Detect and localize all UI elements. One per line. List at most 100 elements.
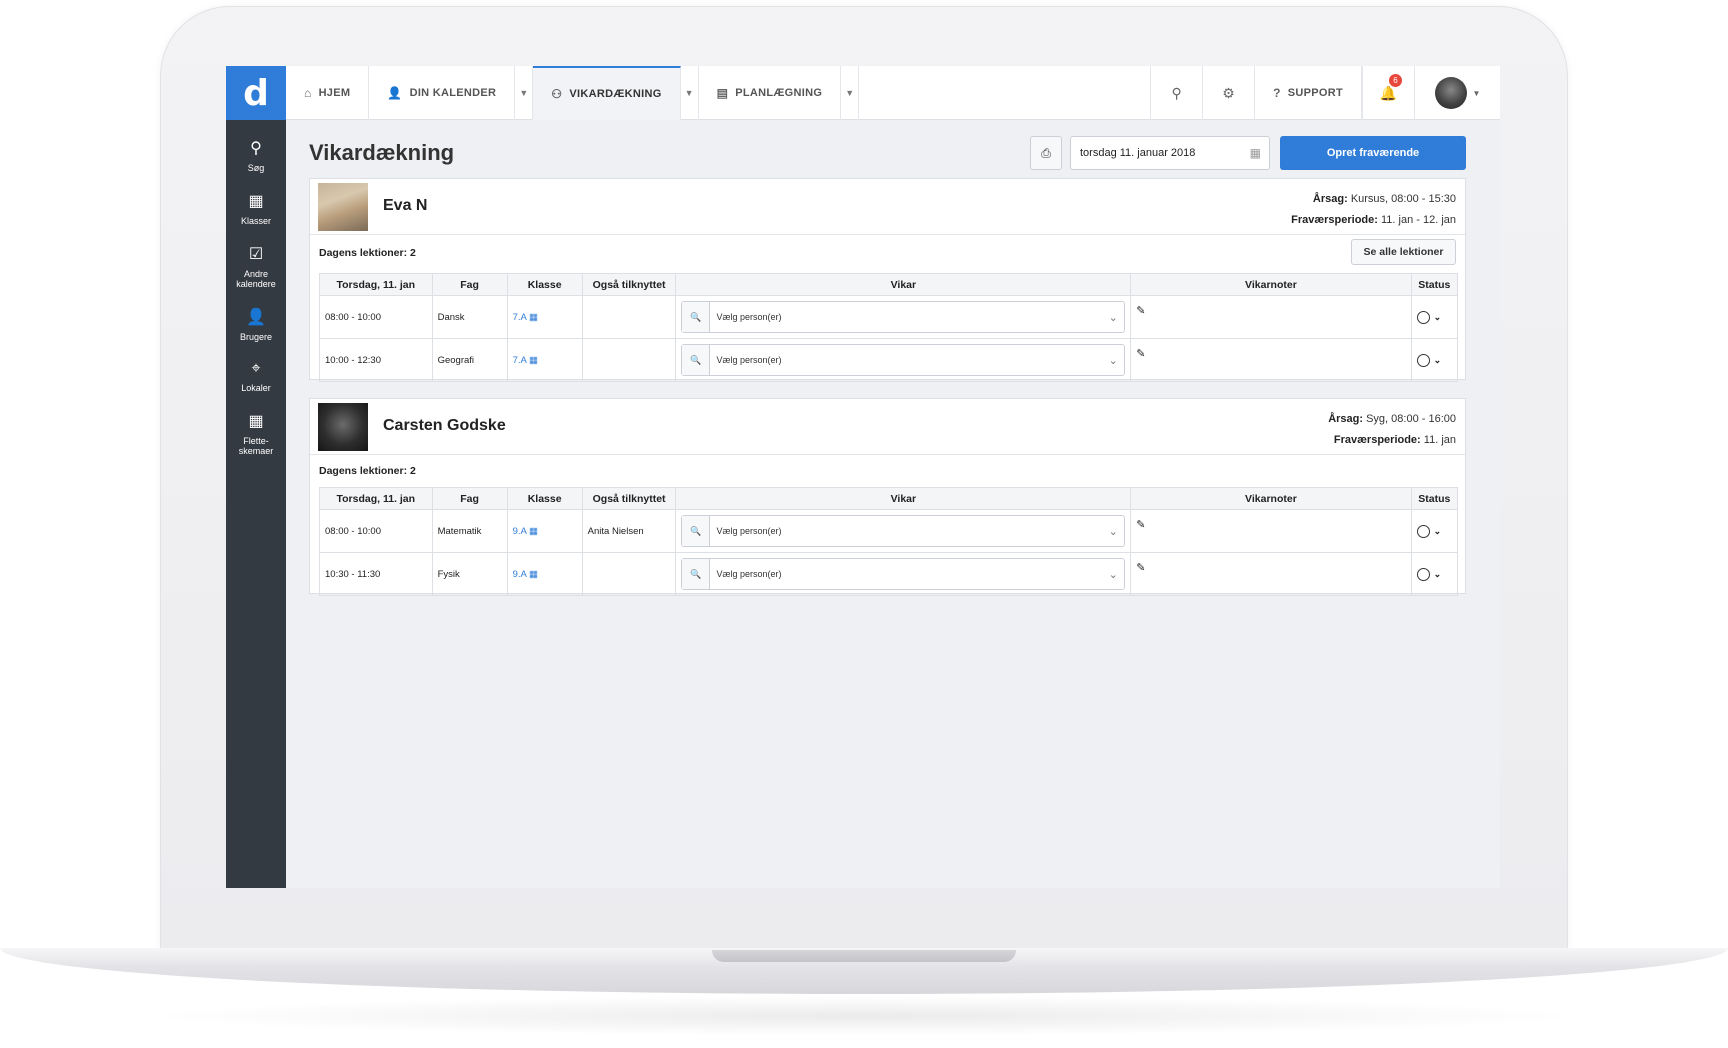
lesson-klasse[interactable]: 7.A ▦ (506, 295, 583, 339)
user-menu[interactable]: ▼ (1414, 66, 1500, 120)
lesson-fag: Dansk (431, 295, 508, 339)
status-cell[interactable]: ⌄ (1410, 295, 1459, 339)
lesson-klasse[interactable]: 9.A ▦ (506, 509, 583, 553)
vikar-select[interactable]: 🔍 Vælg person(er) ⌄ (681, 344, 1126, 376)
vikar-select[interactable]: 🔍 Vælg person(er) ⌄ (681, 558, 1126, 590)
vikar-placeholder: Vælg person(er) (716, 569, 782, 579)
org-chart-button[interactable]: ⚲ (1150, 66, 1202, 120)
see-all-lessons-button[interactable]: Se alle lektioner (1351, 239, 1456, 265)
period-value: 11. jan - 12. jan (1380, 214, 1456, 226)
users-icon: 👤 (246, 309, 266, 326)
din-kalender-dropdown-caret[interactable]: ▼ (515, 66, 534, 120)
chevron-down-icon[interactable]: ⌄ (1434, 526, 1442, 537)
chevron-down-icon[interactable]: ⌄ (1434, 355, 1442, 366)
create-absence-button[interactable]: Opret fraværende (1280, 136, 1466, 170)
vikar-select[interactable]: 🔍 Vælg person(er) ⌄ (681, 515, 1126, 547)
vikarnoter-cell[interactable]: ✎ (1130, 295, 1412, 339)
col-header-klasse: Klasse (506, 273, 583, 296)
klasse-link[interactable]: 9.A (513, 569, 527, 580)
sidebar-item-lokaler[interactable]: ⌖ Lokaler (226, 342, 286, 393)
status-circle-icon[interactable] (1416, 524, 1430, 538)
sidebar-item-brugere[interactable]: 👤 Brugere (226, 289, 286, 342)
nav-item-planlaegning[interactable]: ▤ PLANLÆGNING (699, 66, 842, 120)
col-header-klasse: Klasse (506, 487, 583, 510)
page-title: Vikardækning (309, 140, 455, 165)
col-header-fag: Fag (431, 273, 508, 296)
lesson-klasse[interactable]: 9.A ▦ (506, 552, 583, 596)
lessons-table: Torsdag, 11. jan Fag Klasse Også tilknyt… (319, 273, 1459, 382)
app-screen: d ⌂ HJEM 👤 DIN KALENDER ▼ ⚇ VIKARDÆKNING… (226, 66, 1500, 888)
pencil-icon[interactable]: ✎ (1136, 348, 1145, 360)
planlaegning-dropdown-caret[interactable]: ▼ (841, 66, 860, 120)
chevron-down-icon[interactable]: ⌄ (1434, 569, 1442, 580)
sidebar-item-sog[interactable]: ⚲ Søg (226, 120, 286, 173)
pencil-icon[interactable]: ✎ (1136, 519, 1145, 531)
col-header-vikarnoter: Vikarnoter (1130, 487, 1412, 510)
sidebar-item-label: Brugere (239, 332, 273, 342)
klasse-link[interactable]: 7.A (513, 355, 527, 366)
calendar-icon[interactable]: ▦ (1250, 146, 1261, 160)
calendar-icon[interactable]: ▦ (529, 355, 538, 366)
chevron-down-icon: ▼ (1472, 88, 1481, 98)
chevron-down-icon: ⌄ (1108, 311, 1118, 324)
date-picker-field[interactable]: torsdag 11. januar 2018 ▦ (1070, 136, 1270, 170)
nav-item-hjem[interactable]: ⌂ HJEM (286, 66, 370, 120)
col-header-tilknyttet: Også tilknyttet (581, 273, 677, 296)
sidebar-item-label: Søg (247, 163, 265, 173)
vikardaekning-dropdown-caret[interactable]: ▼ (681, 66, 699, 120)
merge-schedule-icon: ▦ (248, 413, 264, 430)
calendar-icon[interactable]: ▦ (529, 526, 538, 537)
table-row: 08:00 - 10:00 Matematik 9.A ▦ Anita Niel… (319, 509, 1459, 553)
vikar-cell: 🔍 Vælg person(er) ⌄ (675, 295, 1132, 339)
lesson-tilknyttet (581, 338, 677, 382)
settings-button[interactable]: ⚙ (1202, 66, 1254, 120)
search-icon[interactable]: 🔍 (682, 516, 711, 546)
pencil-icon[interactable]: ✎ (1136, 562, 1145, 574)
vikar-select[interactable]: 🔍 Vælg person(er) ⌄ (681, 301, 1126, 333)
lesson-tilknyttet: Anita Nielsen (581, 509, 677, 553)
vikar-cell: 🔍 Vælg person(er) ⌄ (675, 509, 1132, 553)
sidebar-item-klasser[interactable]: ▦ Klasser (226, 173, 286, 226)
lesson-time: 10:00 - 12:30 (319, 338, 433, 382)
notifications-button[interactable]: 🔔 6 (1362, 66, 1414, 120)
substitute-icon: ⚇ (551, 87, 563, 101)
lessons-table: Torsdag, 11. jan Fag Klasse Også tilknyt… (319, 487, 1459, 596)
status-circle-icon[interactable] (1416, 567, 1430, 581)
klasse-link[interactable]: 9.A (513, 526, 527, 537)
app-logo[interactable]: d (226, 66, 286, 120)
calendar-icon[interactable]: ▦ (529, 569, 538, 580)
chevron-down-icon[interactable]: ⌄ (1434, 312, 1442, 323)
status-circle-icon[interactable] (1416, 353, 1430, 367)
sidebar-item-flette-skemaer[interactable]: ▦ Flette-skemaer (226, 393, 286, 456)
vikarnoter-cell[interactable]: ✎ (1130, 552, 1412, 596)
location-pin-icon: ⌖ (251, 360, 261, 377)
lesson-klasse[interactable]: 7.A ▦ (506, 338, 583, 382)
search-icon[interactable]: 🔍 (682, 302, 711, 332)
reason-value: Syg, 08:00 - 16:00 (1366, 413, 1456, 425)
status-cell[interactable]: ⌄ (1410, 509, 1459, 553)
print-button[interactable]: ⎙ (1030, 136, 1062, 170)
status-cell[interactable]: ⌄ (1410, 552, 1459, 596)
nav-item-label: HJEM (318, 87, 351, 99)
support-button[interactable]: ? SUPPORT (1254, 66, 1362, 120)
sidebar-item-label: Andre kalendere (236, 269, 276, 289)
classes-icon: ▦ (248, 193, 264, 210)
pencil-icon[interactable]: ✎ (1136, 305, 1145, 317)
calendar-icon[interactable]: ▦ (529, 312, 538, 323)
nav-item-vikardaekning[interactable]: ⚇ VIKARDÆKNING (533, 66, 681, 120)
status-cell[interactable]: ⌄ (1410, 338, 1459, 382)
search-icon[interactable]: 🔍 (682, 345, 711, 375)
search-icon[interactable]: 🔍 (682, 559, 711, 589)
vikarnoter-cell[interactable]: ✎ (1130, 509, 1412, 553)
vikarnoter-cell[interactable]: ✎ (1130, 338, 1412, 382)
status-circle-icon[interactable] (1416, 310, 1430, 324)
nav-item-din-kalender[interactable]: 👤 DIN KALENDER (369, 66, 516, 120)
lesson-fag: Fysik (431, 552, 508, 596)
sidebar-item-andre-kalendere[interactable]: ☑ Andre kalendere (226, 226, 286, 289)
table-row: 10:00 - 12:30 Geografi 7.A ▦ 🔍 Vælg pers… (319, 338, 1459, 382)
klasse-link[interactable]: 7.A (513, 312, 527, 323)
col-header-status: Status (1410, 273, 1459, 296)
nav-item-label: VIKARDÆKNING (569, 88, 662, 100)
sidebar: ⚲ Søg ▦ Klasser ☑ Andre kalendere 👤 Brug… (226, 120, 286, 888)
